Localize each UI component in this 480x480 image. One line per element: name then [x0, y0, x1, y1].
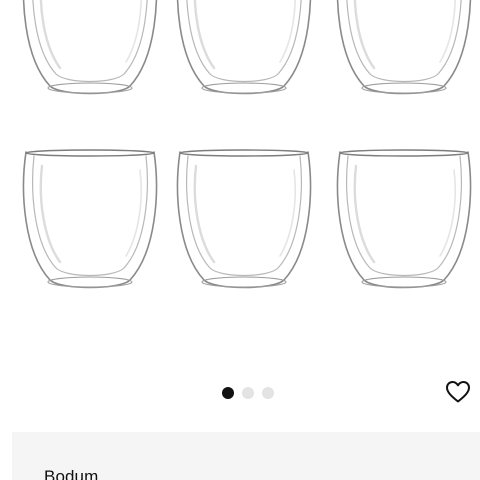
- glass-top-right: [336, 0, 472, 95]
- carousel-indicator: [222, 386, 274, 399]
- heart-outline-icon: [446, 381, 470, 403]
- product-info-card: Bodum: [12, 432, 480, 480]
- product-image[interactable]: [0, 0, 480, 370]
- product-brand[interactable]: Bodum: [44, 467, 98, 480]
- carousel-dot-1[interactable]: [222, 386, 234, 399]
- product-page: Bodum: [0, 0, 480, 480]
- carousel-dot-2[interactable]: [242, 386, 254, 399]
- glass-bottom-right: [336, 148, 472, 289]
- glass-top-middle: [176, 0, 312, 95]
- wishlist-button[interactable]: [444, 378, 472, 406]
- glass-bottom-middle: [176, 148, 312, 289]
- glass-bottom-left: [22, 148, 158, 289]
- glass-top-left: [22, 0, 158, 95]
- carousel-dot-3[interactable]: [262, 386, 274, 399]
